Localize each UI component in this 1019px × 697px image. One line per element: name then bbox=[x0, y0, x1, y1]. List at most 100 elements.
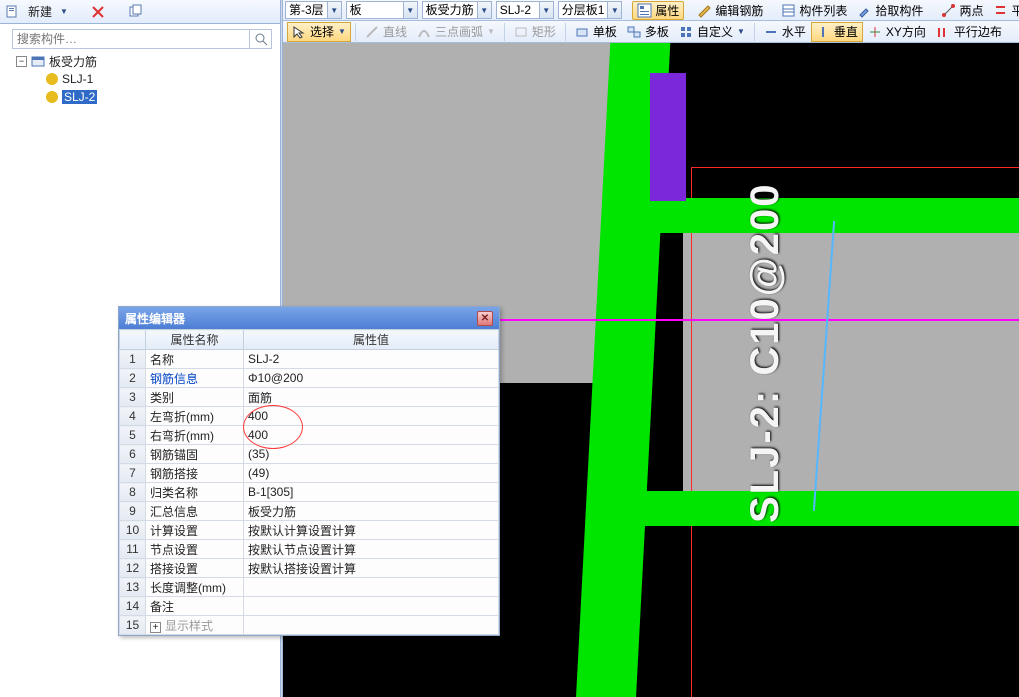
search-button[interactable] bbox=[250, 29, 272, 49]
edit-rebar-button[interactable]: 编辑钢筋 bbox=[692, 1, 768, 20]
property-row[interactable]: 12搭接设置按默认搭接设置计算 bbox=[120, 559, 499, 578]
beam-horizontal bbox=[633, 491, 1019, 526]
cursor-icon bbox=[292, 25, 306, 39]
properties-icon bbox=[637, 3, 652, 18]
floor-combo[interactable]: 第-3层▼ bbox=[285, 1, 342, 20]
chevron-down-icon[interactable]: ▼ bbox=[478, 1, 492, 19]
property-value[interactable]: 400 bbox=[244, 426, 499, 445]
property-value[interactable]: (49) bbox=[244, 464, 499, 483]
property-row[interactable]: 9汇总信息板受力筋 bbox=[120, 502, 499, 521]
property-name: 右弯折(mm) bbox=[146, 426, 244, 445]
parallel-button[interactable]: 平行 bbox=[988, 1, 1019, 20]
line-tool-button[interactable]: 直线 bbox=[360, 22, 412, 42]
custom-button[interactable]: 自定义 ▼ bbox=[674, 22, 750, 42]
property-row[interactable]: 10计算设置按默认计算设置计算 bbox=[120, 521, 499, 540]
type-combo[interactable]: 板▼ bbox=[346, 1, 418, 20]
multi-slab-button[interactable]: 多板 bbox=[622, 22, 674, 42]
rect-tool-button[interactable]: 矩形 bbox=[509, 22, 561, 42]
pick-member-button[interactable]: 拾取构件 bbox=[852, 1, 928, 20]
tree-item-slj2[interactable]: SLJ-2 bbox=[16, 88, 271, 106]
arc3-tool-button[interactable]: 三点画弧 ▼ bbox=[412, 22, 500, 42]
row-number: 3 bbox=[120, 388, 146, 407]
chevron-down-icon[interactable]: ▼ bbox=[404, 1, 418, 19]
property-row[interactable]: 13长度调整(mm) bbox=[120, 578, 499, 597]
vertical-button[interactable]: 垂直 bbox=[811, 22, 863, 42]
property-name: 左弯折(mm) bbox=[146, 407, 244, 426]
property-name: 类别 bbox=[146, 388, 244, 407]
line-label: 直线 bbox=[383, 23, 407, 40]
property-name: 搭接设置 bbox=[146, 559, 244, 578]
property-row[interactable]: 2钢筋信息Φ10@200 bbox=[120, 369, 499, 388]
property-row[interactable]: 6钢筋锚固(35) bbox=[120, 445, 499, 464]
xy-label: XY方向 bbox=[886, 23, 926, 40]
tree-item-slj1[interactable]: SLJ-1 bbox=[16, 70, 271, 88]
copy-icon[interactable] bbox=[128, 4, 144, 20]
horizontal-button[interactable]: 水平 bbox=[759, 22, 811, 42]
search-row bbox=[12, 28, 272, 50]
chevron-down-icon[interactable]: ▼ bbox=[338, 27, 346, 36]
property-value[interactable]: 按默认节点设置计算 bbox=[244, 540, 499, 559]
property-value[interactable] bbox=[244, 578, 499, 597]
select-tool-button[interactable]: 选择 ▼ bbox=[287, 22, 351, 42]
chevron-down-icon[interactable]: ▼ bbox=[540, 1, 554, 19]
property-value[interactable] bbox=[244, 616, 499, 635]
close-button[interactable]: ✕ bbox=[477, 311, 493, 326]
property-value[interactable]: 面筋 bbox=[244, 388, 499, 407]
layer-combo[interactable]: 分层板1▼ bbox=[558, 1, 623, 20]
two-point-button[interactable]: 两点 bbox=[936, 1, 988, 20]
properties-button[interactable]: 属性 bbox=[632, 1, 684, 20]
chevron-down-icon[interactable]: ▼ bbox=[328, 1, 342, 19]
member-combo[interactable]: SLJ-2▼ bbox=[496, 1, 554, 20]
property-value[interactable]: (35) bbox=[244, 445, 499, 464]
member-list-button[interactable]: 构件列表 bbox=[776, 1, 852, 20]
collapse-icon[interactable]: − bbox=[16, 56, 27, 67]
row-number: 6 bbox=[120, 445, 146, 464]
property-value[interactable]: Φ10@200 bbox=[244, 369, 499, 388]
left-mini-toolbar: 新建 ▼ bbox=[0, 0, 280, 24]
property-row[interactable]: 14备注 bbox=[120, 597, 499, 616]
expand-icon[interactable]: + bbox=[150, 622, 161, 633]
property-table: 属性名称 属性值 1名称SLJ-22钢筋信息Φ10@2003类别面筋4左弯折(m… bbox=[119, 329, 499, 635]
property-row[interactable]: 4左弯折(mm)400 bbox=[120, 407, 499, 426]
property-row[interactable]: 5右弯折(mm)400 bbox=[120, 426, 499, 445]
property-value[interactable]: 400 bbox=[244, 407, 499, 426]
horizontal-icon bbox=[764, 25, 778, 39]
chevron-down-icon[interactable]: ▼ bbox=[608, 1, 622, 19]
property-row[interactable]: 8归类名称B-1[305] bbox=[120, 483, 499, 502]
row-number: 12 bbox=[120, 559, 146, 578]
property-value[interactable]: 板受力筋 bbox=[244, 502, 499, 521]
member-list-label: 构件列表 bbox=[799, 2, 847, 19]
new-icon[interactable] bbox=[4, 4, 20, 20]
property-value[interactable]: B-1[305] bbox=[244, 483, 499, 502]
property-value[interactable]: 按默认计算设置计算 bbox=[244, 521, 499, 540]
property-value[interactable]: SLJ-2 bbox=[244, 350, 499, 369]
single-slab-button[interactable]: 单板 bbox=[570, 22, 622, 42]
layer-value: 分层板1 bbox=[558, 1, 609, 19]
subtype-combo[interactable]: 板受力筋▼ bbox=[422, 1, 492, 20]
parallel-edge-button[interactable]: 平行边布 bbox=[931, 22, 1007, 42]
property-editor-titlebar[interactable]: 属性编辑器 ✕ bbox=[119, 307, 499, 329]
new-label[interactable]: 新建 bbox=[28, 3, 52, 20]
row-number: 11 bbox=[120, 540, 146, 559]
chevron-down-icon[interactable]: ▼ bbox=[737, 27, 745, 36]
property-row[interactable]: 7钢筋搭接(49) bbox=[120, 464, 499, 483]
row-number: 2 bbox=[120, 369, 146, 388]
parallel-edge-label: 平行边布 bbox=[954, 23, 1002, 40]
floor-value: 第-3层 bbox=[285, 1, 328, 19]
property-row[interactable]: 3类别面筋 bbox=[120, 388, 499, 407]
property-row[interactable]: 15+显示样式 bbox=[120, 616, 499, 635]
property-row[interactable]: 1名称SLJ-2 bbox=[120, 350, 499, 369]
search-input[interactable] bbox=[12, 29, 250, 49]
tree-root[interactable]: − 板受力筋 bbox=[16, 52, 271, 70]
dropdown-arrow-icon[interactable]: ▼ bbox=[60, 7, 68, 16]
property-row[interactable]: 11节点设置按默认节点设置计算 bbox=[120, 540, 499, 559]
xy-button[interactable]: XY方向 bbox=[863, 22, 931, 42]
top-toolbar-1: 第-3层▼ 板▼ 板受力筋▼ SLJ-2▼ 分层板1▼ 属性 编辑钢筋 构件列表… bbox=[283, 0, 1019, 21]
category-icon bbox=[31, 54, 45, 68]
property-value[interactable] bbox=[244, 597, 499, 616]
tree-root-label: 板受力筋 bbox=[49, 53, 97, 70]
custom-icon bbox=[679, 25, 693, 39]
property-value[interactable]: 按默认搭接设置计算 bbox=[244, 559, 499, 578]
delete-icon[interactable] bbox=[90, 4, 106, 20]
parallel-label: 平行 bbox=[1011, 2, 1019, 19]
